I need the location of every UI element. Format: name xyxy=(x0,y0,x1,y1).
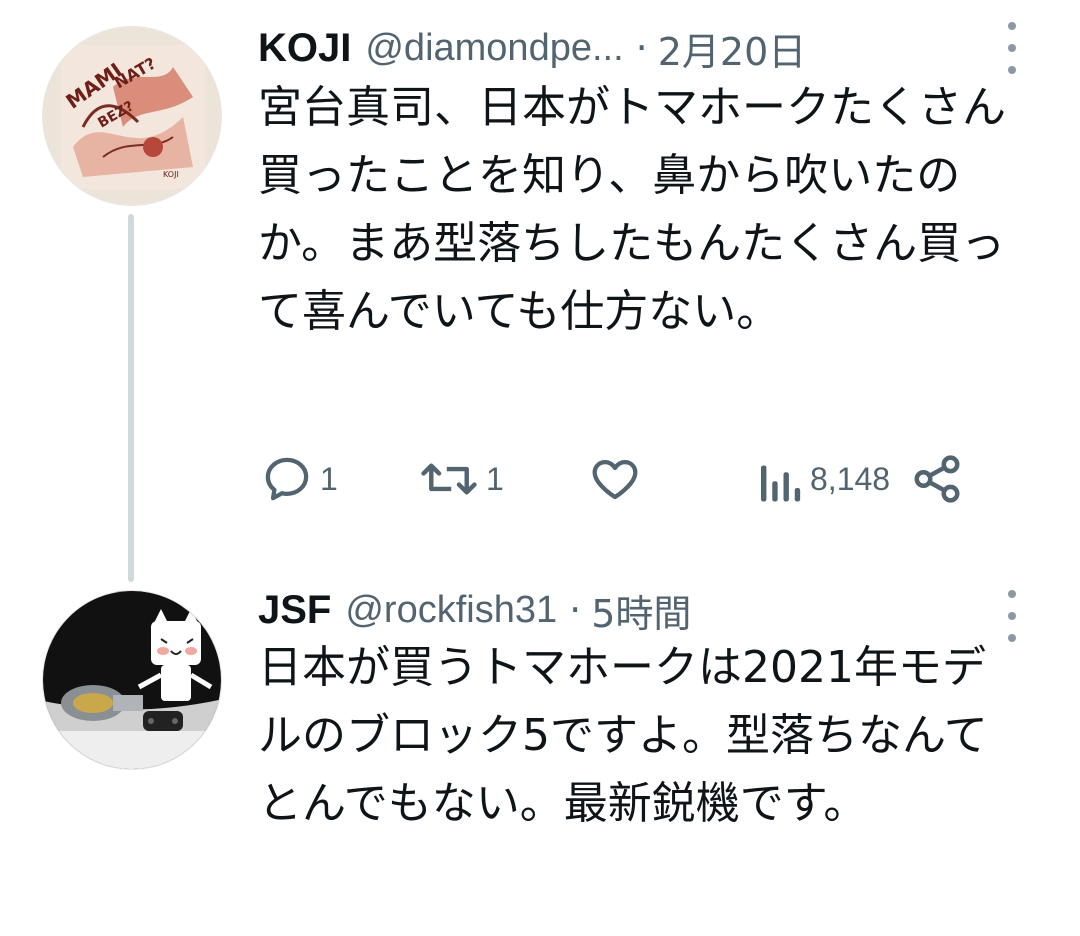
thread-line xyxy=(128,214,134,582)
reply-button[interactable]: 1 xyxy=(260,444,338,514)
avatar[interactable] xyxy=(42,590,222,770)
view-count: 8,148 xyxy=(810,460,891,497)
white-cat-figure-avatar xyxy=(43,591,221,769)
tweet-text: 宮台真司、日本がトマホークたくさん買ったことを知り、鼻から吹いたのか。まあ型落ち… xyxy=(258,82,1006,337)
views-button[interactable]: 8,148 xyxy=(754,444,890,514)
avatar[interactable]: MAMI NAT? BEZ? KOJI xyxy=(42,26,222,206)
username-handle[interactable]: @diamondpe... xyxy=(365,27,623,70)
like-button[interactable] xyxy=(588,444,648,514)
username-handle[interactable]: @rockfish31 xyxy=(345,589,557,632)
share-icon xyxy=(914,455,960,503)
display-name[interactable]: KOJI xyxy=(258,26,351,71)
tweet-text: 日本が買うトマホークは2021年モデルのブロック5ですよ。型落ちなんてとんでもな… xyxy=(258,642,988,829)
tweet-actions: 1 1 8,148 xyxy=(258,444,1018,514)
reply-count: 1 xyxy=(320,460,338,497)
tweet[interactable]: MAMI NAT? BEZ? KOJI KOJI @diamondpe... ·… xyxy=(0,0,1080,582)
separator-dot: · xyxy=(569,588,582,632)
heart-icon xyxy=(592,459,638,500)
reply-icon xyxy=(265,457,309,501)
manga-artwork-avatar: MAMI NAT? BEZ? KOJI xyxy=(43,27,221,205)
separator-dot: · xyxy=(635,26,648,70)
timestamp[interactable]: 2月20日 xyxy=(658,21,807,76)
tweet-header: JSF @rockfish31 · 5時間 xyxy=(258,580,1040,640)
share-button[interactable] xyxy=(910,444,964,514)
timestamp[interactable]: 5時間 xyxy=(591,583,691,638)
analytics-bars-icon xyxy=(761,465,801,502)
retweet-count: 1 xyxy=(486,460,504,497)
display-name[interactable]: JSF xyxy=(258,588,331,633)
tweet[interactable]: JSF @rockfish31 · 5時間 日本が買うトマホークは2021年モデ… xyxy=(0,580,1080,936)
svg-text:KOJI: KOJI xyxy=(163,170,179,179)
retweet-button[interactable]: 1 xyxy=(418,444,504,514)
tweet-header: KOJI @diamondpe... · 2月20日 xyxy=(258,18,1040,78)
retweet-icon xyxy=(421,463,477,495)
more-options-icon[interactable] xyxy=(1004,22,1020,74)
